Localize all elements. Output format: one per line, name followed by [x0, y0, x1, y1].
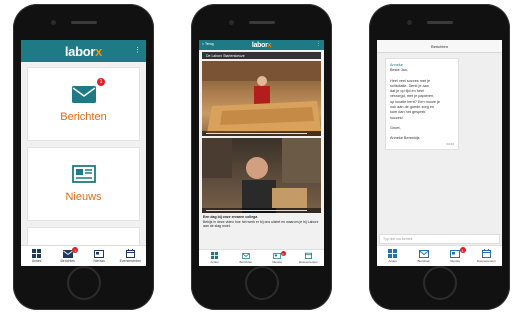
- caption-text: Bekijk in deze video hoe het werk er bij…: [203, 219, 319, 229]
- video-player-1[interactable]: [202, 61, 321, 136]
- tile-label: Nieuws: [65, 191, 102, 203]
- phone-3: Berichten Anneke Beste Jan, Heel veel su…: [369, 4, 510, 310]
- newspaper-icon: [273, 252, 281, 259]
- calendar-icon: [125, 249, 135, 258]
- bottom-tab-bar: Acties Berichten 1 Nieuws Evenementen: [377, 245, 502, 266]
- calendar-icon: [304, 252, 312, 259]
- app-logo: laborx: [251, 41, 272, 49]
- tab-label: Nieuws: [93, 258, 105, 263]
- video-caption: Een dag bij onze ervaren collega Bekijk …: [203, 215, 320, 229]
- envelope-icon: [71, 85, 96, 103]
- envelope-icon: [418, 249, 429, 258]
- tab-label: Evenementen: [299, 260, 318, 264]
- phone-2: < Terug laborx ⋮ De Laborx Starterskeuze: [191, 4, 332, 310]
- speaker-grill: [70, 21, 97, 24]
- tab-berichten[interactable]: Berichten: [230, 250, 261, 266]
- bottom-tab-bar: Acties 1 Berichten Nieuws Evenementen: [21, 245, 146, 266]
- bottom-tab-bar: Acties Berichten 1 Nieuws Evenementen: [199, 249, 324, 266]
- video-thumbnail-2: [202, 138, 321, 213]
- tab-acties[interactable]: Acties: [377, 246, 408, 266]
- tab-acties[interactable]: Acties: [199, 250, 230, 266]
- camera-icon: [229, 20, 234, 25]
- input-placeholder: Typ hier uw bericht: [383, 237, 413, 241]
- tab-label: Nieuws: [272, 259, 283, 264]
- tab-berichten[interactable]: Berichten: [408, 246, 439, 266]
- tab-label: Berichten: [417, 258, 431, 263]
- speaker-grill: [426, 21, 453, 24]
- unread-badge: 1: [72, 247, 79, 253]
- grid-icon: [211, 252, 219, 259]
- tab-evenementen[interactable]: Evenementen: [471, 246, 502, 266]
- video-player-2[interactable]: [202, 138, 321, 213]
- section-title: De Laborx Starterskeuze: [202, 52, 321, 59]
- tile-berichten[interactable]: 1 Berichten: [27, 67, 140, 141]
- video-controls[interactable]: [202, 208, 321, 213]
- message-input[interactable]: Typ hier uw bericht: [379, 234, 500, 244]
- screen-chat: Berichten Anneke Beste Jan, Heel veel su…: [377, 40, 502, 266]
- tab-label: Acties: [31, 259, 42, 263]
- video-thumbnail-1: [202, 61, 321, 133]
- tab-evenementen[interactable]: Evenementen: [293, 250, 324, 266]
- screen-news: < Terug laborx ⋮ De Laborx Starterskeuze: [199, 40, 324, 266]
- home-button[interactable]: [422, 266, 457, 300]
- page-title: Berichten: [377, 40, 502, 53]
- kebab-icon[interactable]: ⋮: [316, 41, 321, 47]
- video-controls[interactable]: [202, 131, 321, 136]
- home-button[interactable]: [66, 266, 101, 300]
- tile-nieuws[interactable]: Nieuws: [27, 147, 140, 221]
- tab-label: Acties: [210, 260, 219, 264]
- speaker-grill: [248, 21, 275, 24]
- tile-label: Berichten: [60, 110, 107, 123]
- tab-label: Evenementen: [119, 259, 142, 263]
- phone-1: laborx ⋮ 1 Berichten Nieuws Acties 1 Ber…: [13, 4, 154, 310]
- camera-icon: [51, 20, 56, 25]
- message-bubble: Anneke Beste Jan, Heel veel succes met j…: [385, 58, 459, 150]
- tab-acties[interactable]: Acties: [21, 246, 52, 266]
- tab-berichten[interactable]: 1 Berichten: [52, 246, 83, 266]
- message-timestamp: 09:46: [446, 141, 454, 146]
- unread-badge: 1: [97, 78, 105, 86]
- tab-nieuws[interactable]: 1 Nieuws: [440, 246, 471, 266]
- tab-label: Acties: [388, 259, 397, 263]
- tab-nieuws[interactable]: Nieuws: [84, 246, 115, 266]
- tile-list: 1 Berichten Nieuws: [21, 62, 146, 266]
- envelope-icon: [242, 252, 250, 259]
- tab-evenementen[interactable]: Evenementen: [115, 246, 146, 266]
- app-logo: laborx: [64, 43, 103, 59]
- tab-label: Evenementen: [477, 259, 496, 263]
- screen-home: laborx ⋮ 1 Berichten Nieuws Acties 1 Ber…: [21, 40, 146, 266]
- unread-badge: 1: [280, 251, 286, 256]
- app-header: < Terug laborx ⋮: [199, 40, 324, 50]
- grid-icon: [32, 249, 42, 258]
- app-header: laborx ⋮: [21, 40, 146, 62]
- kebab-icon[interactable]: ⋮: [134, 46, 141, 54]
- grid-icon: [388, 249, 398, 258]
- camera-icon: [407, 20, 412, 25]
- newspaper-icon: [94, 249, 105, 258]
- tab-label: Berichten: [239, 259, 253, 264]
- tab-label: Berichten: [60, 258, 76, 263]
- calendar-icon: [481, 249, 491, 258]
- newspaper-icon: [71, 165, 96, 183]
- tab-label: Nieuws: [450, 258, 461, 263]
- newspaper-icon: [450, 249, 461, 258]
- home-button[interactable]: [244, 266, 279, 300]
- tab-nieuws[interactable]: 1 Nieuws: [262, 250, 293, 266]
- unread-badge: 1: [459, 247, 466, 253]
- back-button[interactable]: < Terug: [202, 42, 214, 46]
